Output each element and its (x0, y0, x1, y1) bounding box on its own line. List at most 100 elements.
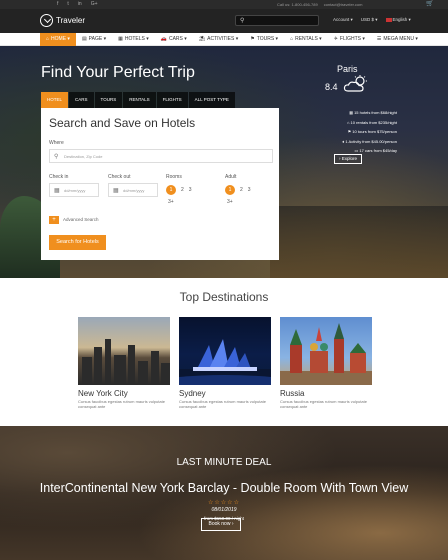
plane-icon: ✈ (333, 36, 338, 42)
tab-hotel[interactable]: HOTEL (41, 92, 69, 108)
currency-dropdown[interactable]: USD $ ▾ (361, 17, 378, 23)
language-dropdown[interactable]: English ▾ (385, 17, 411, 23)
destination-description: Cursus faucibus egestas rutrum mauris vu… (179, 399, 266, 409)
tab-label: RENTALS (129, 97, 150, 102)
stat-text: 1 Activity from $45.00/person (345, 138, 397, 144)
twitter-icon[interactable]: t (67, 1, 68, 8)
nav-item-flights[interactable]: ✈ FLIGHTS ▾ (328, 33, 371, 46)
destination-card-sydney[interactable]: Sydney Cursus faucibus egestas rutrum ma… (179, 317, 271, 409)
checkout-date-input[interactable]: ▦ dd/mm/yyyy (108, 183, 158, 197)
nav-label: FLIGHTS ▾ (339, 36, 365, 42)
rooms-option-1[interactable]: 1 (166, 185, 176, 195)
nav-label: PAGE ▾ (88, 36, 107, 42)
nav-item-hotels[interactable]: ▦ HOTELS ▾ (112, 33, 155, 46)
nav-item-tours[interactable]: ⚑ TOURS ▾ (244, 33, 284, 46)
rooms-selector: 1 2 3 (166, 185, 192, 195)
cart-icon[interactable]: 🛒 (426, 0, 433, 9)
house-icon: ⌂ (290, 36, 294, 42)
advanced-search-toggle[interactable]: + (49, 216, 59, 224)
nav-item-home[interactable]: ⌂ HOME ▾ (40, 33, 76, 46)
deal-title[interactable]: InterContinental New York Barclay - Doub… (0, 481, 448, 495)
explore-button[interactable]: › Explore (334, 154, 362, 164)
destination-card-russia[interactable]: Russia Cursus faucibus egestas rutrum ma… (280, 317, 372, 409)
tab-flights[interactable]: FLIGHTS (156, 92, 188, 108)
destination-name[interactable]: New York City (78, 389, 170, 398)
stat-hotels: ▦ 15 hotels from $68/night (349, 110, 397, 115)
stat-text: 15 hotels from $68/night (354, 110, 397, 115)
calendar-icon: ▦ (113, 188, 119, 194)
map-pin-icon: ⚲ (54, 154, 59, 160)
search-tabs: HOTEL CARS TOURS RENTALS FLIGHTS ALL POS… (41, 92, 236, 108)
stat-tours: ⚑ 10 tours from $75/person (348, 129, 397, 134)
hotel-search-form: Search and Save on Hotels Where ⚲ Destin… (41, 108, 279, 260)
flag-icon (385, 17, 392, 22)
account-dropdown[interactable]: Account ▾ (333, 17, 353, 23)
tab-label: HOTEL (47, 97, 63, 102)
destination-image[interactable] (179, 317, 271, 385)
stat-rentals: ⌂ 10 rentals from $235/night (347, 120, 397, 125)
deal-date: 08/01/2019 (211, 507, 237, 513)
calendar-icon: ▦ (54, 188, 60, 194)
stat-activities: ♦ 1 Activity from $45.00/person (342, 139, 397, 144)
destination-input[interactable]: ⚲ Destination, Zip Code (49, 149, 273, 163)
destination-name[interactable]: Russia (280, 389, 372, 398)
language-label: English ▾ (392, 17, 411, 22)
tab-label: FLIGHTS (162, 97, 182, 102)
nav-item-cars[interactable]: 🚗 CARS ▾ (155, 33, 193, 46)
book-now-button[interactable]: Book now › (201, 518, 241, 531)
checkout-label: Check out (108, 174, 131, 180)
weather-city: Paris (337, 64, 358, 74)
social-links: f t in G+ (57, 1, 98, 8)
destination-name[interactable]: Sydney (179, 389, 271, 398)
adult-option-1[interactable]: 1 (225, 185, 235, 195)
rooms-option-2[interactable]: 2 (181, 187, 184, 193)
logo-icon (40, 14, 53, 27)
tab-all-post-type[interactable]: ALL POST TYPE (188, 92, 235, 108)
tab-rentals[interactable]: RENTALS (123, 92, 156, 108)
home-icon: ⌂ (46, 36, 50, 42)
adult-option-3[interactable]: 3 (248, 187, 251, 193)
destination-image[interactable] (78, 317, 170, 385)
adult-selector: 1 2 3 (225, 185, 251, 195)
contact-info: Call us: 1-800-456-789 contact@traveler.… (277, 1, 362, 8)
header-search-input[interactable]: ⚲ (235, 15, 319, 26)
tab-label: ALL POST TYPE (194, 97, 229, 102)
linkedin-icon[interactable]: in (78, 1, 82, 8)
activity-icon: ⛱ (198, 36, 206, 42)
email-text: contact@traveler.com (323, 2, 363, 7)
rooms-label: Rooms (166, 174, 182, 180)
explore-label: Explore (341, 156, 357, 161)
search-icon: ⚲ (240, 18, 245, 24)
top-bar: f t in G+ Call us: 1-800-456-789 contact… (0, 0, 448, 9)
menu-icon: ☰ (376, 36, 382, 42)
checkout-placeholder: dd/mm/yyyy (123, 188, 145, 193)
nav-item-rentals[interactable]: ⌂ RENTALS ▾ (284, 33, 328, 46)
main-nav: ⌂ HOME ▾ ▤ PAGE ▾ ▦ HOTELS ▾ 🚗 CARS ▾ ⛱ ACTIV… (0, 33, 448, 46)
partly-cloudy-icon (343, 75, 367, 92)
destination-card-new-york[interactable]: New York City Cursus faucibus egestas ru… (78, 317, 170, 409)
facebook-icon[interactable]: f (57, 1, 58, 8)
nav-item-page[interactable]: ▤ PAGE ▾ (76, 33, 112, 46)
weather-temperature: 8.4 (325, 82, 338, 92)
advanced-search-label[interactable]: Advanced Search (63, 217, 99, 222)
adult-label: Adult (225, 174, 237, 180)
rooms-option-more[interactable]: 3+ (168, 199, 174, 205)
destination-image[interactable] (280, 317, 372, 385)
tab-label: TOURS (100, 97, 117, 102)
nav-item-mega-menu[interactable]: ☰ MEGA MENU ▾ (371, 33, 424, 46)
tab-tours[interactable]: TOURS (94, 92, 123, 108)
flag-icon: ⚑ (250, 36, 255, 42)
checkin-date-input[interactable]: ▦ dd/mm/yyyy (49, 183, 99, 197)
adult-option-more[interactable]: 3+ (227, 199, 233, 205)
logo[interactable]: Traveler (40, 14, 85, 27)
hero-background-city (270, 206, 448, 278)
adult-option-2[interactable]: 2 (240, 187, 243, 193)
tab-cars[interactable]: CARS (69, 92, 94, 108)
search-hotels-button[interactable]: Search for Hotels (49, 235, 106, 250)
header-menu: Account ▾ USD $ ▾ English ▾ (333, 17, 411, 23)
google-plus-icon[interactable]: G+ (91, 1, 98, 8)
opera-house-illustration (179, 339, 271, 385)
rooms-option-3[interactable]: 3 (189, 187, 192, 193)
search-form-title: Search and Save on Hotels (49, 116, 196, 130)
nav-item-activities[interactable]: ⛱ ACTIVITIES ▾ (193, 33, 245, 46)
